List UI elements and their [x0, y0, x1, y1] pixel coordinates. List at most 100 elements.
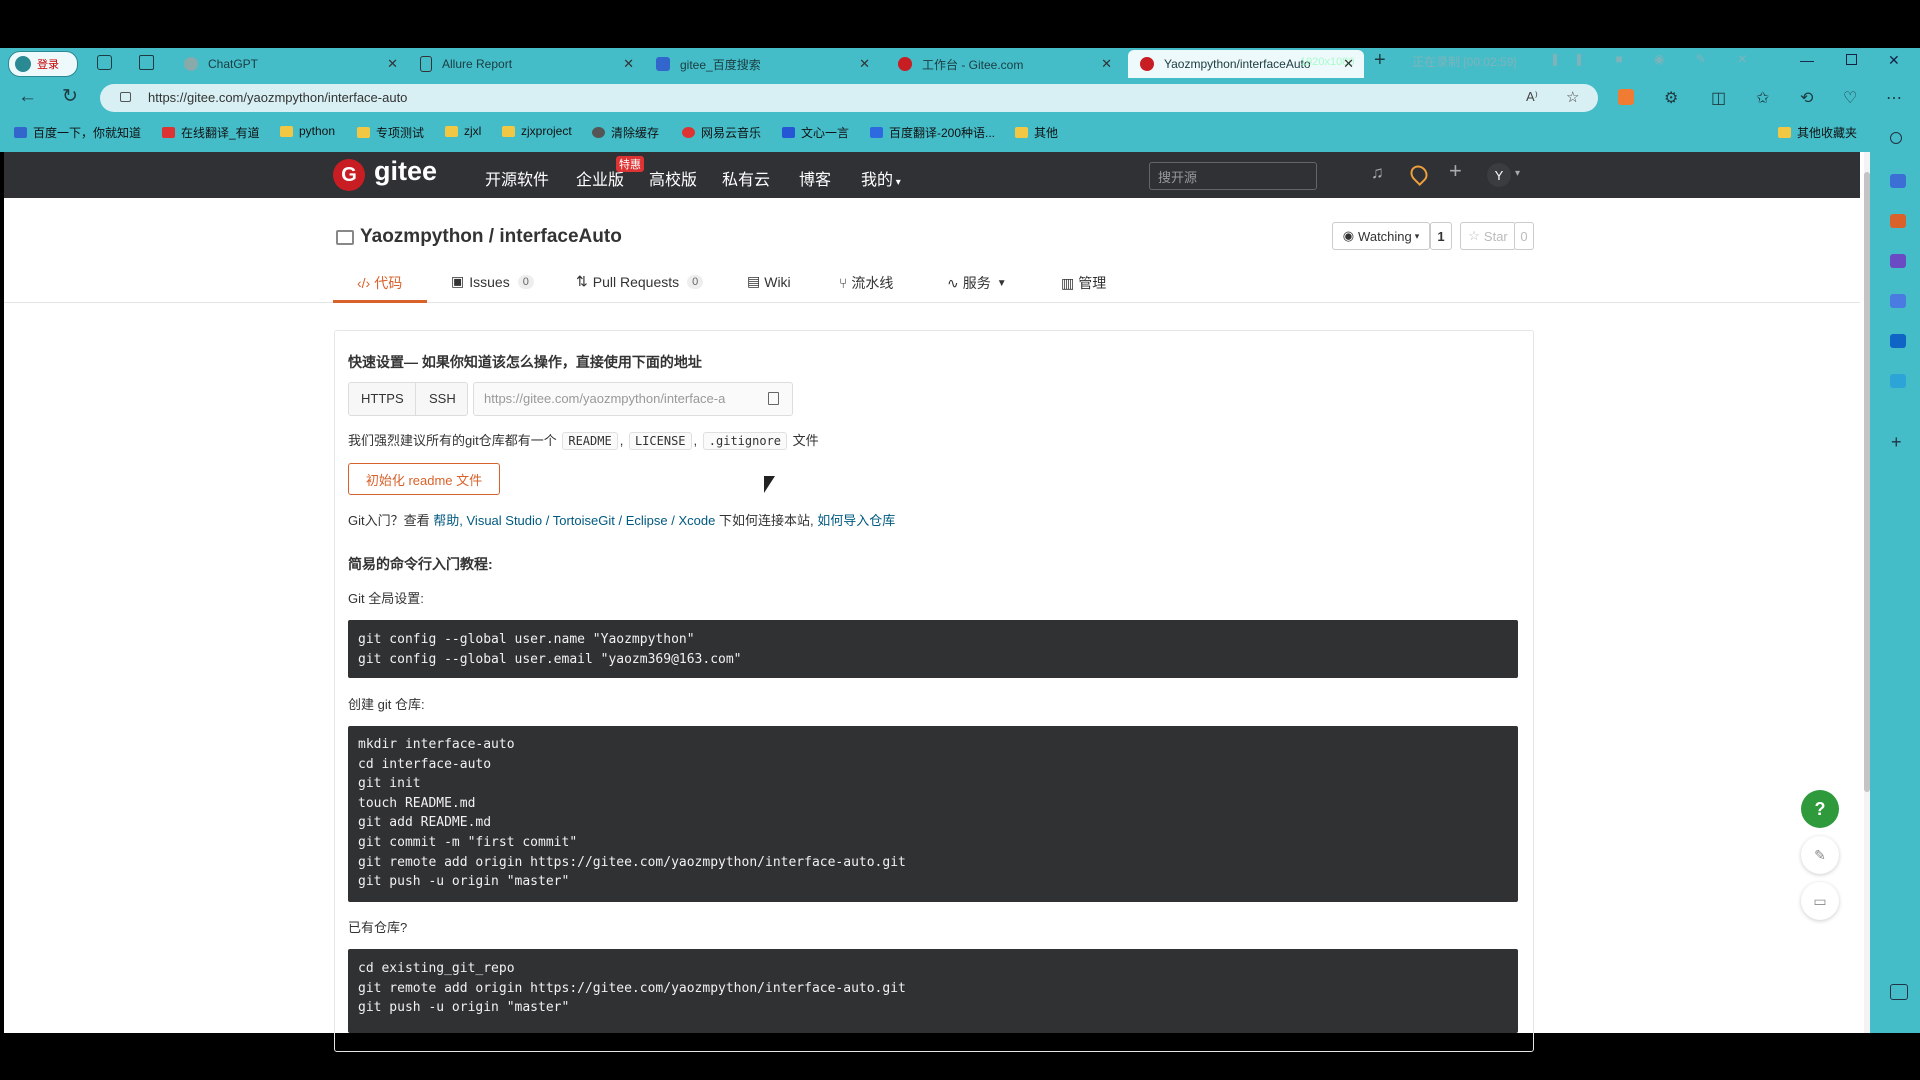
workspaces-icon[interactable]: [97, 55, 112, 70]
comment-button[interactable]: ▭: [1801, 882, 1839, 920]
close-window-icon[interactable]: ✕: [1888, 52, 1900, 69]
tab-chatgpt[interactable]: ChatGPT ✕: [172, 50, 408, 78]
games-icon[interactable]: [1890, 254, 1906, 268]
help-fab-button[interactable]: ?: [1801, 790, 1839, 828]
avatar[interactable]: Y: [1487, 163, 1511, 187]
extensions-icon[interactable]: ⚙: [1664, 88, 1678, 108]
close-tab-icon[interactable]: ✕: [623, 56, 634, 72]
plus-icon[interactable]: +: [1449, 158, 1462, 184]
copilot-icon[interactable]: [1890, 174, 1906, 188]
bookmark-label: 在线翻译_有道: [181, 126, 260, 140]
init-readme-button[interactable]: 初始化 readme 文件: [348, 463, 500, 495]
bookmark-folder[interactable]: 专项测试: [357, 124, 424, 141]
tab-wiki[interactable]: ▤ Wiki: [747, 273, 791, 290]
existing-repo-code: cd existing_git_repo git remote add orig…: [348, 949, 1518, 1033]
watch-button[interactable]: ◉ Watching ▾: [1332, 222, 1430, 250]
close-tab-icon[interactable]: ✕: [859, 56, 870, 72]
bookmark-label: 网易云音乐: [701, 126, 762, 140]
performance-icon[interactable]: ♡: [1843, 88, 1857, 108]
caret-down-icon[interactable]: ▾: [1515, 168, 1520, 179]
repo-breadcrumb: Yaozmpython / interfaceAuto: [360, 226, 622, 248]
tools-link[interactable]: , Visual Studio / TortoiseGit / Eclipse …: [459, 513, 715, 528]
repo-owner-link[interactable]: Yaozmpython: [360, 226, 484, 247]
tab-baidu-search[interactable]: gitee_百度搜索 ✕: [644, 50, 880, 78]
bookmark-folder[interactable]: python: [280, 124, 335, 138]
favorite-star-icon[interactable]: ☆: [1566, 88, 1579, 106]
nav-mine[interactable]: 我的 ▾: [861, 166, 901, 190]
repo-name-link[interactable]: interfaceAuto: [499, 226, 621, 247]
nav-open-source[interactable]: 开源软件: [485, 166, 549, 190]
bookmark-folder[interactable]: zjxproject: [502, 124, 572, 138]
close-tab-icon[interactable]: ✕: [387, 56, 398, 72]
profile-button[interactable]: 登录: [8, 51, 78, 77]
nav-private-cloud[interactable]: 私有云: [722, 166, 770, 190]
tab-allure-report[interactable]: Allure Report ✕: [408, 50, 644, 78]
gitee-logo-icon[interactable]: G: [333, 159, 365, 191]
search-icon[interactable]: [1890, 132, 1902, 144]
clone-url-input[interactable]: https://gitee.com/yaozmpython/interface-…: [473, 382, 793, 416]
bookmark-item[interactable]: 网易云音乐: [682, 124, 761, 141]
new-tab-button[interactable]: +: [1374, 49, 1386, 72]
bookmark-item[interactable]: 百度翻译-200种语...: [870, 124, 995, 141]
star-count[interactable]: 0: [1514, 222, 1534, 250]
nav-education[interactable]: 高校版: [649, 166, 697, 190]
star-button[interactable]: ☆ Star: [1460, 222, 1516, 250]
scrollbar-thumb[interactable]: [1864, 172, 1870, 792]
tab-services[interactable]: ∿ 服务 ▼: [947, 273, 1007, 293]
ssh-button[interactable]: SSH: [429, 391, 456, 406]
tab-pipeline[interactable]: ⑂ 流水线: [839, 273, 893, 293]
watch-label: Watching: [1358, 228, 1412, 244]
folder-icon: [1778, 127, 1791, 138]
address-bar[interactable]: https://gitee.com/yaozmpython/interface-…: [100, 84, 1598, 112]
gitee-logo-text[interactable]: gitee: [374, 156, 437, 187]
tools-icon[interactable]: [1890, 214, 1906, 228]
read-aloud-icon[interactable]: A⁾: [1526, 89, 1538, 105]
tab-gitee-workbench[interactable]: 工作台 - Gitee.com ✕: [886, 50, 1122, 78]
feedback-edit-button[interactable]: ✎: [1801, 836, 1839, 874]
netease-music-icon: [682, 127, 695, 138]
bookmark-label: 清除缓存: [611, 126, 660, 140]
other-bookmarks-folder[interactable]: 其他收藏夹: [1778, 124, 1857, 141]
bell-icon[interactable]: ♫: [1371, 163, 1384, 183]
more-menu-icon[interactable]: ⋯: [1886, 88, 1902, 108]
copy-icon[interactable]: [768, 392, 779, 405]
license-file-tag: LICENSE: [628, 432, 692, 450]
screenshot-icon[interactable]: [1890, 984, 1908, 1000]
tab-issues[interactable]: ▣ Issues 0: [451, 273, 534, 290]
bookmark-folder[interactable]: zjxl: [445, 124, 481, 138]
extension-orange-icon[interactable]: [1618, 89, 1634, 105]
bookmark-item[interactable]: 文心一言: [782, 124, 849, 141]
help-link[interactable]: 帮助: [433, 513, 459, 528]
history-icon[interactable]: ⟲: [1800, 88, 1813, 108]
bookmark-folder[interactable]: 其他: [1015, 124, 1058, 141]
outlook-icon[interactable]: [1890, 334, 1906, 348]
bookmark-item[interactable]: 在线翻译_有道: [162, 124, 260, 141]
add-sidebar-app-icon[interactable]: +: [1891, 432, 1902, 453]
watch-count[interactable]: 1: [1430, 222, 1452, 250]
folder-icon: [445, 125, 458, 137]
bookmark-item[interactable]: 清除缓存: [592, 124, 659, 141]
refresh-icon[interactable]: ↻: [62, 85, 78, 108]
tab-manage[interactable]: ▥ 管理: [1061, 273, 1106, 293]
nav-blog[interactable]: 博客: [799, 166, 831, 190]
lock-icon: [120, 92, 131, 102]
tab-actions-icon[interactable]: [139, 55, 154, 70]
back-icon[interactable]: ←: [18, 86, 37, 108]
office-icon[interactable]: [1890, 294, 1906, 308]
import-repo-link[interactable]: 如何导入仓库: [817, 513, 895, 528]
bookmark-item[interactable]: 百度一下，你就知道: [14, 124, 141, 141]
tab-code[interactable]: ‹/› 代码: [357, 273, 402, 293]
favorites-icon[interactable]: ✩: [1756, 88, 1769, 108]
close-tab-icon[interactable]: ✕: [1343, 56, 1354, 72]
caret-down-icon: ▾: [893, 177, 901, 188]
minimize-icon[interactable]: —: [1800, 52, 1814, 68]
search-input[interactable]: 搜开源: [1149, 162, 1317, 190]
close-tab-icon[interactable]: ✕: [1101, 56, 1112, 72]
designer-icon[interactable]: [1890, 374, 1906, 388]
tab-pull-requests[interactable]: ⇅ Pull Requests 0: [576, 273, 704, 290]
split-screen-icon[interactable]: ◫: [1711, 88, 1726, 108]
https-button[interactable]: HTTPS: [361, 391, 404, 406]
maximize-icon[interactable]: [1846, 54, 1857, 65]
tab-interfaceauto[interactable]: Yaozmpython/interfaceAuto 1920x1080 ✕: [1128, 50, 1364, 78]
global-settings-label: Git 全局设置:: [348, 591, 424, 606]
